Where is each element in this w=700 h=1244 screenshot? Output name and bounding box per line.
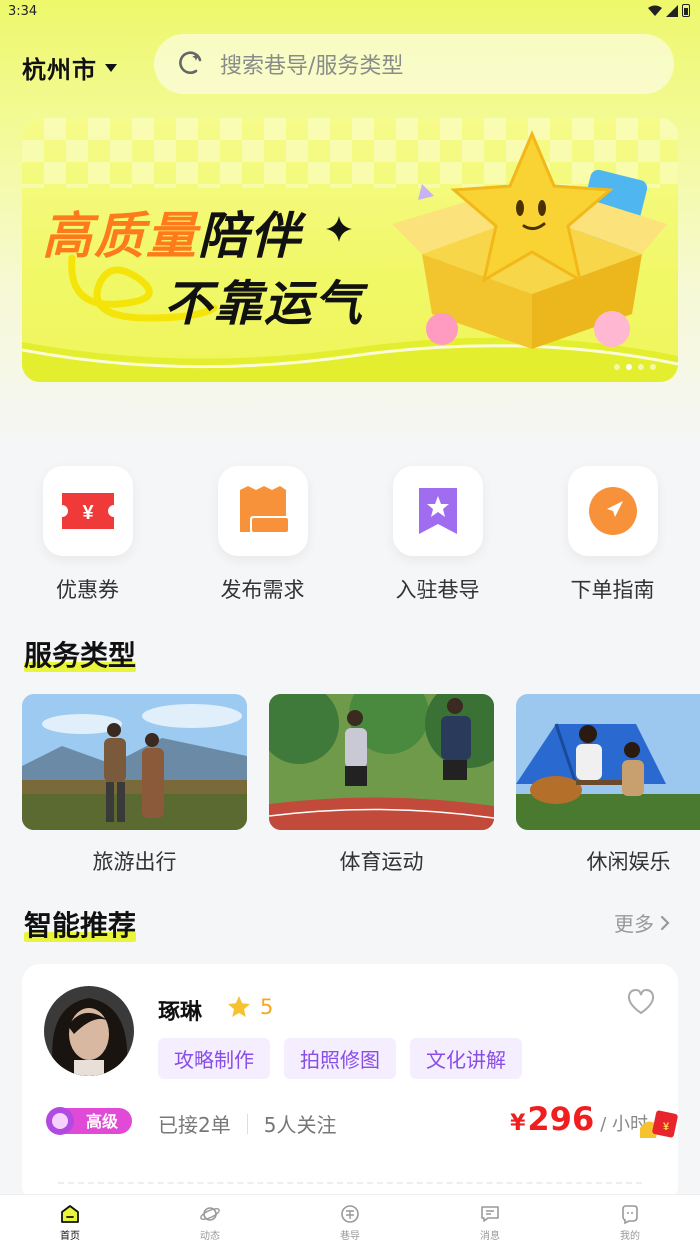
level-badge: 高级: [46, 1107, 132, 1135]
quick-action-tile[interactable]: [217, 466, 308, 556]
nav-label: 首页: [60, 1231, 80, 1242]
planet-icon: [200, 1207, 220, 1221]
guide-price: ¥ 296 / 小时: [510, 1100, 648, 1138]
guide-card[interactable]: 琢琳 5 攻略制作 拍照修图 文化讲解 高级 已接2单 5人关注 ¥ 296 /…: [22, 964, 678, 1204]
service-image-travel: [22, 694, 247, 830]
quick-action-post-request[interactable]: 发布需求: [175, 466, 350, 604]
service-label: 休闲娱乐: [586, 850, 671, 874]
nav-label: 巷导: [340, 1231, 360, 1242]
service-card-travel[interactable]: 旅游出行: [22, 694, 247, 884]
quick-action-label: 优惠券: [56, 578, 119, 602]
banner-headline: 高质量陪伴: [42, 196, 302, 268]
wifi-icon: [648, 5, 662, 16]
city-label: 杭州市: [22, 56, 97, 84]
service-tag: 拍照修图: [284, 1038, 396, 1079]
orders-count: 已接2单: [158, 1113, 231, 1137]
price-currency: ¥: [510, 1111, 526, 1136]
profile-icon: [622, 1205, 638, 1225]
guide-name: 琢琳: [158, 1000, 203, 1025]
nav-item-home[interactable]: 首页: [0, 1195, 140, 1244]
more-label: 更多: [614, 912, 654, 936]
caret-down-icon: [105, 63, 117, 72]
nav-item-profile[interactable]: 我的: [560, 1195, 700, 1244]
service-image-leisure: [516, 694, 700, 830]
search-icon: [179, 51, 202, 74]
banner-subheadline: 不靠运气: [164, 276, 365, 332]
service-card-sports[interactable]: 体育运动: [269, 694, 494, 884]
nav-label: 动态: [200, 1231, 220, 1242]
banner-dot-active[interactable]: [626, 364, 632, 370]
service-label: 体育运动: [339, 850, 424, 874]
nav-label: 我的: [620, 1231, 640, 1242]
banner-dot[interactable]: [614, 364, 620, 370]
battery-icon: [682, 4, 690, 17]
sparkle-icon: [326, 216, 352, 242]
status-time: 3:34: [8, 4, 38, 19]
bookmark-star-icon: [418, 488, 457, 534]
level-label: 高级: [86, 1112, 119, 1131]
star-gift-box-illustration: [392, 130, 667, 349]
quick-actions: ¥ 优惠券 发布需求 入驻巷导 下单指南: [0, 466, 700, 604]
banner-pagination: [614, 364, 656, 370]
status-bar: 3:34: [0, 0, 700, 24]
search-input[interactable]: 搜索巷导/服务类型: [154, 34, 674, 94]
banner-headline-rest: 陪伴: [198, 207, 302, 265]
service-tag: 攻略制作: [158, 1038, 270, 1079]
stat-divider: [246, 1113, 248, 1134]
guide-tags: 攻略制作 拍照修图 文化讲解: [158, 1038, 522, 1079]
city-selector[interactable]: 杭州市: [22, 50, 117, 85]
avatar[interactable]: [44, 986, 134, 1076]
quick-action-label: 发布需求: [220, 578, 305, 602]
quick-action-tile[interactable]: ¥: [42, 466, 133, 556]
service-tag: 文化讲解: [410, 1038, 522, 1079]
quick-action-tile[interactable]: [392, 466, 483, 556]
promo-banner[interactable]: 高质量陪伴 不靠运气: [22, 118, 678, 382]
star-icon: [228, 996, 250, 1017]
service-list[interactable]: 旅游出行 体育运动 休闲娱乐: [22, 694, 700, 884]
services-title: 服务类型: [24, 634, 137, 674]
banner-dot[interactable]: [638, 364, 644, 370]
nav-label: 消息: [480, 1231, 500, 1242]
chevron-right-icon: [660, 915, 670, 930]
quick-action-label: 下单指南: [570, 578, 655, 602]
bottom-nav: 首页 动态 巷导 消息 我的: [0, 1194, 700, 1244]
red-envelope-icon[interactable]: ¥: [638, 1108, 678, 1140]
guide-stats: 已接2单 5人关注: [158, 1109, 336, 1138]
guide-rating: 5: [226, 994, 273, 1020]
nav-item-guide[interactable]: 巷导: [280, 1195, 420, 1244]
price-value: 296: [527, 1100, 595, 1138]
service-image-sports: [269, 694, 494, 830]
message-icon: [481, 1206, 499, 1222]
recommend-title: 智能推荐: [24, 904, 137, 944]
status-icons: [648, 4, 690, 17]
rating-value: 5: [260, 995, 274, 1019]
quick-action-order-guide[interactable]: 下单指南: [525, 466, 700, 604]
nav-item-messages[interactable]: 消息: [420, 1195, 560, 1244]
heart-icon[interactable]: [626, 988, 656, 1016]
nav-item-feed[interactable]: 动态: [140, 1195, 280, 1244]
card-divider: [58, 1182, 642, 1184]
quick-action-label: 入驻巷导: [395, 578, 480, 602]
banner-headline-highlight: 高质量: [42, 207, 198, 265]
quick-action-join-guide[interactable]: 入驻巷导: [350, 466, 525, 604]
banner-dot[interactable]: [650, 364, 656, 370]
home-icon: [61, 1205, 79, 1223]
svg-text:¥: ¥: [663, 1121, 670, 1133]
coupon-icon: ¥: [61, 493, 114, 529]
navigation-arrow-icon: [588, 487, 637, 535]
quick-action-coupon[interactable]: ¥ 优惠券: [0, 466, 175, 604]
followers-count: 5人关注: [263, 1113, 337, 1137]
more-link[interactable]: 更多: [614, 908, 670, 937]
svg-text:¥: ¥: [82, 502, 94, 524]
service-card-leisure[interactable]: 休闲娱乐: [516, 694, 700, 884]
receipt-icon: [239, 486, 290, 534]
signal-icon: [666, 4, 678, 17]
service-label: 旅游出行: [92, 850, 177, 874]
search-placeholder: 搜索巷导/服务类型: [220, 54, 404, 79]
guide-icon: [341, 1205, 359, 1223]
quick-action-tile[interactable]: [567, 466, 658, 556]
